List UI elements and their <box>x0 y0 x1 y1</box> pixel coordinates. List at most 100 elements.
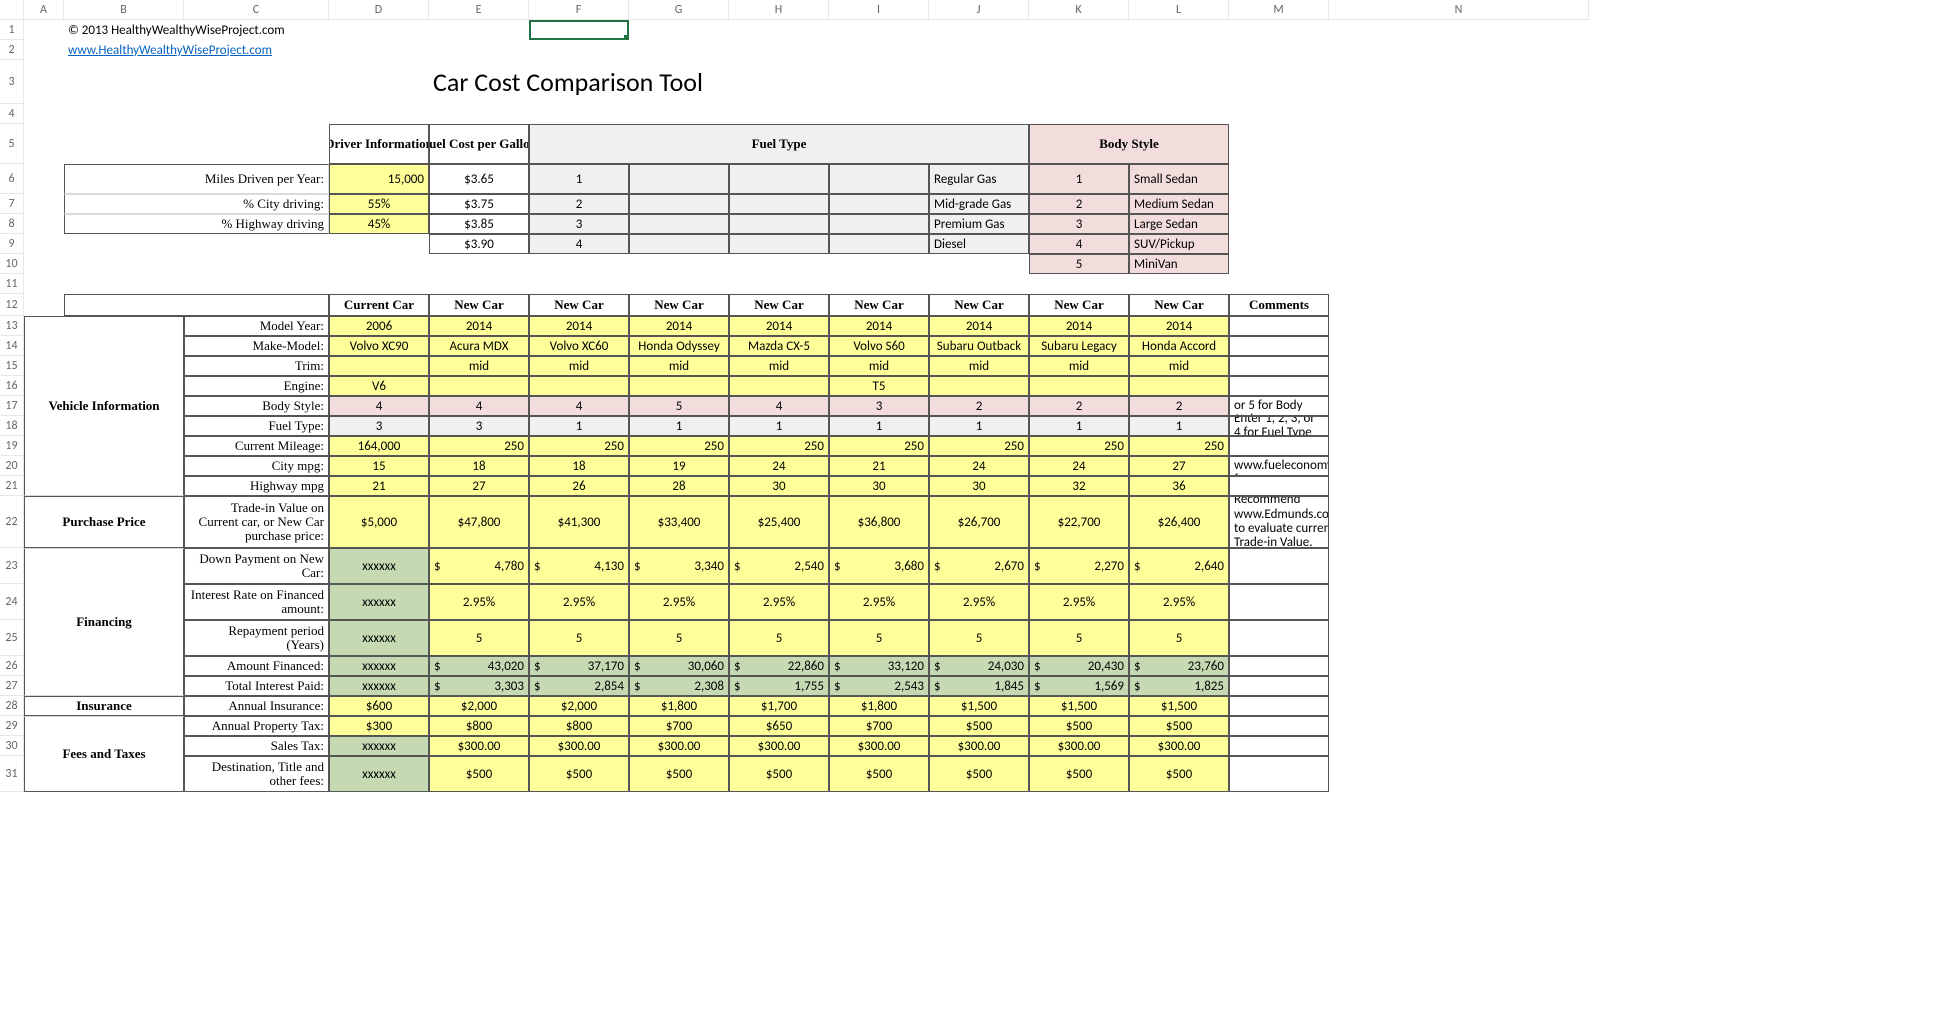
financed-val-4[interactable]: $22,860 <box>729 656 829 676</box>
row-header-16[interactable]: 16 <box>0 376 24 396</box>
mileage-val-5[interactable]: 250 <box>829 436 929 456</box>
cityMpg-val-7[interactable]: 24 <box>1029 456 1129 476</box>
destFees-val-2[interactable]: $500 <box>529 756 629 792</box>
mileage-val-2[interactable]: 250 <box>529 436 629 456</box>
interest-val-6[interactable]: $1,845 <box>929 676 1029 696</box>
period-val-8[interactable]: 5 <box>1129 620 1229 656</box>
mileage-val-7[interactable]: 250 <box>1029 436 1129 456</box>
modelYear-val-6[interactable]: 2014 <box>929 316 1029 336</box>
row-header-27[interactable]: 27 <box>0 676 24 696</box>
cityMpg-val-4[interactable]: 24 <box>729 456 829 476</box>
row-header-12[interactable]: 12 <box>0 294 24 316</box>
insurance-val-5[interactable]: $1,800 <box>829 696 929 716</box>
col-header-L[interactable]: L <box>1129 0 1229 20</box>
bodyStyle-val-8[interactable]: 2 <box>1129 396 1229 416</box>
financed-val-7[interactable]: $20,430 <box>1029 656 1129 676</box>
fuelType-val-0[interactable]: 3 <box>329 416 429 436</box>
makeModel-val-7[interactable]: Subaru Legacy <box>1029 336 1129 356</box>
propTax-val-1[interactable]: $800 <box>429 716 529 736</box>
tradeIn-val-5[interactable]: $36,800 <box>829 496 929 548</box>
insurance-val-2[interactable]: $2,000 <box>529 696 629 716</box>
mileage-val-8[interactable]: 250 <box>1129 436 1229 456</box>
propTax-val-0[interactable]: $300 <box>329 716 429 736</box>
propTax-val-5[interactable]: $700 <box>829 716 929 736</box>
salesTax-val-2[interactable]: $300.00 <box>529 736 629 756</box>
col-header-M[interactable]: M <box>1229 0 1329 20</box>
col-header-N[interactable]: N <box>1329 0 1589 20</box>
tradeIn-val-4[interactable]: $25,400 <box>729 496 829 548</box>
hwyMpg-val-0[interactable]: 21 <box>329 476 429 496</box>
period-val-2[interactable]: 5 <box>529 620 629 656</box>
tradeIn-val-0[interactable]: $5,000 <box>329 496 429 548</box>
engine-val-6[interactable] <box>929 376 1029 396</box>
modelYear-val-7[interactable]: 2014 <box>1029 316 1129 336</box>
trim-val-2[interactable]: mid <box>529 356 629 376</box>
financed-val-1[interactable]: $43,020 <box>429 656 529 676</box>
selected-cell[interactable] <box>529 20 629 40</box>
period-val-5[interactable]: 5 <box>829 620 929 656</box>
trim-val-8[interactable]: mid <box>1129 356 1229 376</box>
mileage-val-6[interactable]: 250 <box>929 436 1029 456</box>
row-header-19[interactable]: 19 <box>0 436 24 456</box>
tradeIn-val-6[interactable]: $26,700 <box>929 496 1029 548</box>
cityMpg-val-3[interactable]: 19 <box>629 456 729 476</box>
row-header-22[interactable]: 22 <box>0 496 24 548</box>
fuelType-val-5[interactable]: 1 <box>829 416 929 436</box>
interest-val-1[interactable]: $3,303 <box>429 676 529 696</box>
row-header-17[interactable]: 17 <box>0 396 24 416</box>
trim-val-6[interactable]: mid <box>929 356 1029 376</box>
row-header-23[interactable]: 23 <box>0 548 24 584</box>
col-header-E[interactable]: E <box>429 0 529 20</box>
salesTax-val-8[interactable]: $300.00 <box>1129 736 1229 756</box>
row-header-9[interactable]: 9 <box>0 234 24 254</box>
financed-val-5[interactable]: $33,120 <box>829 656 929 676</box>
row-header-20[interactable]: 20 <box>0 456 24 476</box>
row-header-1[interactable]: 1 <box>0 20 24 40</box>
downPay-val-2[interactable]: $4,130 <box>529 548 629 584</box>
makeModel-val-0[interactable]: Volvo XC90 <box>329 336 429 356</box>
modelYear-val-8[interactable]: 2014 <box>1129 316 1229 336</box>
trim-val-1[interactable]: mid <box>429 356 529 376</box>
salesTax-val-3[interactable]: $300.00 <box>629 736 729 756</box>
financed-val-3[interactable]: $30,060 <box>629 656 729 676</box>
hwyMpg-val-5[interactable]: 30 <box>829 476 929 496</box>
destFees-val-8[interactable]: $500 <box>1129 756 1229 792</box>
row-header-18[interactable]: 18 <box>0 416 24 436</box>
mileage-val-1[interactable]: 250 <box>429 436 529 456</box>
spreadsheet-grid[interactable]: ABCDEFGHIJKLMN12345678910111213141516171… <box>0 0 1935 792</box>
modelYear-val-5[interactable]: 2014 <box>829 316 929 336</box>
rate-val-3[interactable]: 2.95% <box>629 584 729 620</box>
row-header-3[interactable]: 3 <box>0 60 24 104</box>
hwyMpg-val-3[interactable]: 28 <box>629 476 729 496</box>
col-header-H[interactable]: H <box>729 0 829 20</box>
engine-val-0[interactable]: V6 <box>329 376 429 396</box>
col-header-K[interactable]: K <box>1029 0 1129 20</box>
bodyStyle-val-6[interactable]: 2 <box>929 396 1029 416</box>
trim-val-4[interactable]: mid <box>729 356 829 376</box>
modelYear-val-3[interactable]: 2014 <box>629 316 729 336</box>
rate-val-0[interactable]: xxxxxx <box>329 584 429 620</box>
downPay-val-6[interactable]: $2,670 <box>929 548 1029 584</box>
engine-val-3[interactable] <box>629 376 729 396</box>
insurance-val-4[interactable]: $1,700 <box>729 696 829 716</box>
row-header-26[interactable]: 26 <box>0 656 24 676</box>
hwyMpg-val-4[interactable]: 30 <box>729 476 829 496</box>
financed-val-0[interactable]: xxxxxx <box>329 656 429 676</box>
period-val-1[interactable]: 5 <box>429 620 529 656</box>
row-header-24[interactable]: 24 <box>0 584 24 620</box>
destFees-val-4[interactable]: $500 <box>729 756 829 792</box>
financed-val-8[interactable]: $23,760 <box>1129 656 1229 676</box>
interest-val-5[interactable]: $2,543 <box>829 676 929 696</box>
engine-val-1[interactable] <box>429 376 529 396</box>
period-val-3[interactable]: 5 <box>629 620 729 656</box>
col-header-C[interactable]: C <box>184 0 329 20</box>
row-header-4[interactable]: 4 <box>0 104 24 124</box>
modelYear-val-0[interactable]: 2006 <box>329 316 429 336</box>
destFees-val-0[interactable]: xxxxxx <box>329 756 429 792</box>
row-header-10[interactable]: 10 <box>0 254 24 274</box>
mileage-val-0[interactable]: 164,000 <box>329 436 429 456</box>
hwyMpg-val-7[interactable]: 32 <box>1029 476 1129 496</box>
fuelType-val-1[interactable]: 3 <box>429 416 529 436</box>
trim-val-7[interactable]: mid <box>1029 356 1129 376</box>
engine-val-7[interactable] <box>1029 376 1129 396</box>
